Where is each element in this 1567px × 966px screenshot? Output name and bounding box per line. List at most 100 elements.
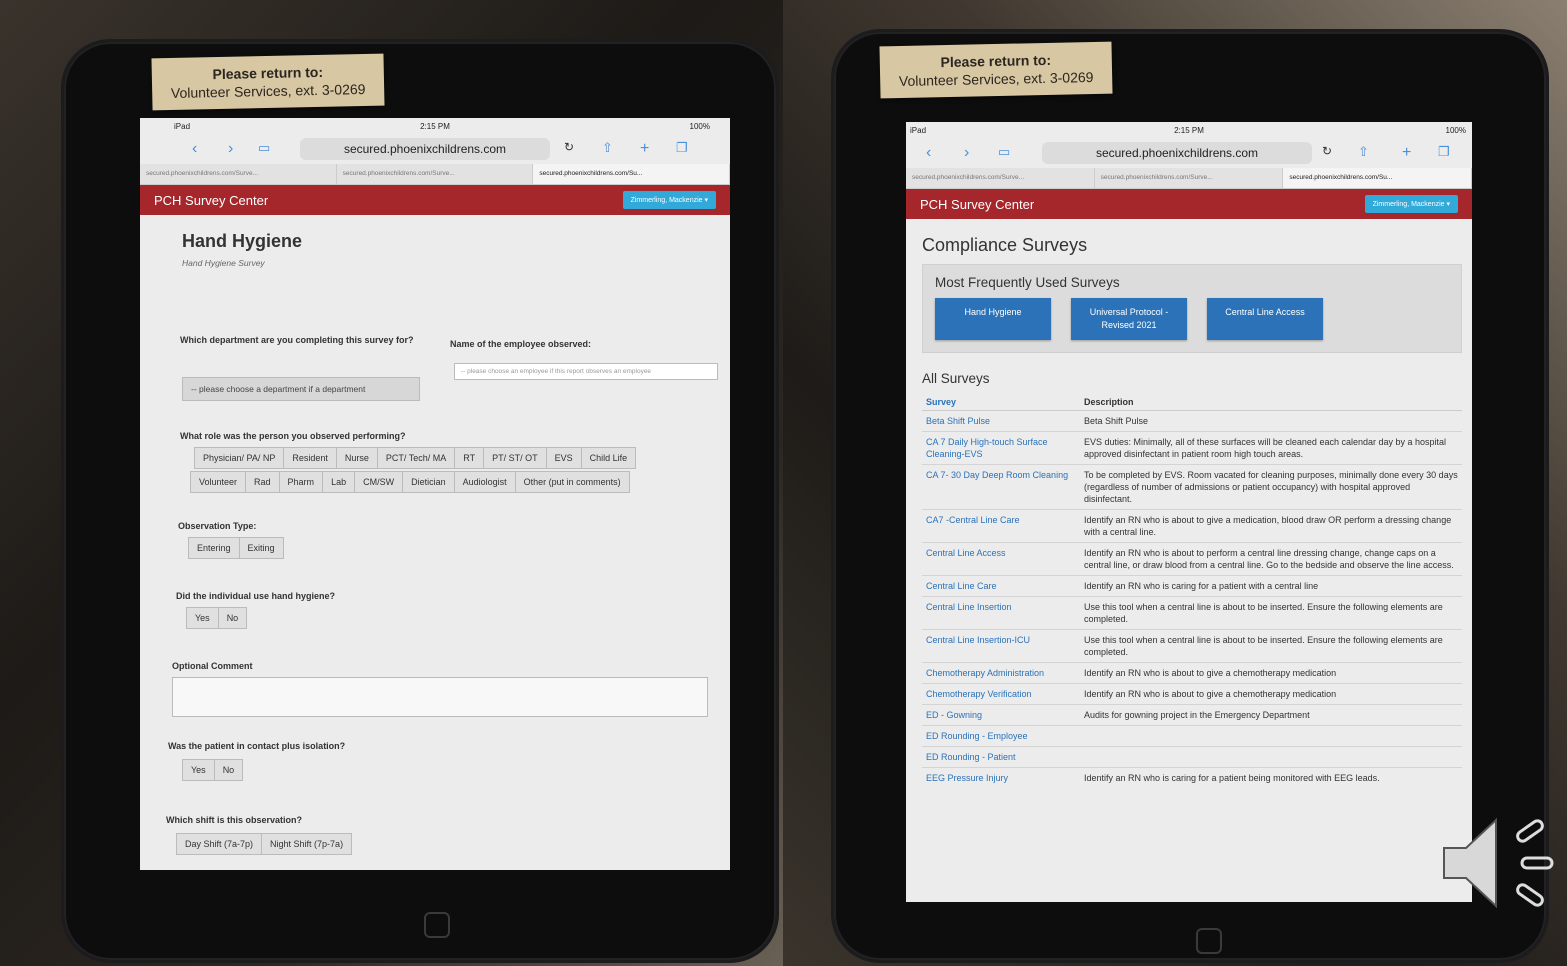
role-option[interactable]: Child Life [580,447,637,469]
survey-link[interactable]: Central Line Insertion-ICU [922,629,1080,663]
status-bar: iPad 2:15 PM 100% [906,122,1472,138]
url-bar[interactable]: secured.phoenixchildrens.com [300,138,550,160]
role-option[interactable]: Pharm [278,471,324,493]
survey-link[interactable]: CA 7 Daily High-touch Surface Cleaning-E… [922,431,1080,465]
question-department: Which department are you completing this… [180,335,414,345]
speaker-icon[interactable] [1440,808,1560,918]
table-row[interactable]: EEG Pressure Injury Identify an RN who is… [922,767,1462,788]
night-shift-button[interactable]: Night Shift (7p-7a) [261,833,353,855]
survey-link[interactable]: ED - Gowning [922,704,1080,726]
user-menu-button[interactable]: Zimmerling, Mackenzie ▾ [622,191,716,209]
table-row[interactable]: Chemotherapy Administration Identify an R… [922,662,1462,684]
table-row[interactable]: Central Line Access Identify an RN who is… [922,542,1462,576]
no-button[interactable]: No [213,759,244,781]
url-bar[interactable]: secured.phoenixchildrens.com [1042,142,1312,164]
role-option[interactable]: Dietician [402,471,455,493]
role-option[interactable]: PT/ ST/ OT [483,447,547,469]
survey-link[interactable]: Central Line Access [922,542,1080,576]
entering-button[interactable]: Entering [188,537,240,559]
survey-link[interactable]: CA 7- 30 Day Deep Room Cleaning [922,464,1080,510]
role-option[interactable]: Audiologist [453,471,516,493]
table-row[interactable]: Beta Shift Pulse Beta Shift Pulse [922,410,1462,432]
exiting-button[interactable]: Exiting [238,537,284,559]
hand-hygiene-button[interactable]: Hand Hygiene [935,298,1051,340]
survey-link[interactable]: CA7 -Central Line Care [922,509,1080,543]
role-option[interactable]: Rad [245,471,280,493]
role-option[interactable]: EVS [545,447,582,469]
yes-button[interactable]: Yes [186,607,219,629]
question-comment: Optional Comment [172,661,253,671]
survey-link[interactable]: ED Rounding - Patient [922,746,1080,768]
plus-icon[interactable]: + [640,140,649,158]
book-icon[interactable]: ▭ [258,140,270,156]
table-row[interactable]: ED - Gowning Audits for gowning project i… [922,704,1462,726]
battery-level: 100% [689,122,710,131]
home-button-left[interactable] [424,912,450,938]
survey-link[interactable]: Chemotherapy Verification [922,683,1080,705]
book-icon[interactable]: ▭ [998,144,1010,160]
chevron-right-icon[interactable]: › [964,144,969,162]
browser-tab[interactable]: secured.phoenixchildrens.com/Surve... [1095,168,1284,188]
browser-tab-active[interactable]: secured.phoenixchildrens.com/Su... [533,164,730,184]
role-option[interactable]: PCT/ Tech/ MA [376,447,456,469]
brand-link[interactable]: PCH Survey Center [920,197,1034,212]
chevron-left-icon[interactable]: ‹ [192,140,197,158]
table-row[interactable]: Central Line Insertion Use this tool when… [922,596,1462,630]
role-option[interactable]: Volunteer [190,471,247,493]
survey-link[interactable]: Beta Shift Pulse [922,410,1080,432]
survey-column-header[interactable]: Survey [922,394,1080,411]
table-row[interactable]: CA 7 Daily High-touch Surface Cleaning-E… [922,431,1462,465]
observation-buttons: Entering Exiting [188,537,284,559]
chevron-left-icon[interactable]: ‹ [926,144,931,162]
browser-tab[interactable]: secured.phoenixchildrens.com/Surve... [140,164,337,184]
role-option[interactable]: CM/SW [354,471,404,493]
user-menu-button[interactable]: Zimmerling, Mackenzie ▾ [1364,195,1458,213]
browser-toolbar: ‹ › ▭ secured.phoenixchildrens.com ↻ ⇧ +… [140,134,730,164]
role-option[interactable]: RT [454,447,485,469]
role-option[interactable]: Resident [283,447,337,469]
table-row[interactable]: Chemotherapy Verification Identify an RN … [922,683,1462,705]
browser-tab[interactable]: secured.phoenixchildrens.com/Surve... [337,164,534,184]
survey-link[interactable]: EEG Pressure Injury [922,767,1080,788]
role-option[interactable]: Other (put in comments) [514,471,630,493]
role-option[interactable]: Nurse [335,447,378,469]
chevron-right-icon[interactable]: › [228,140,233,158]
tabs-icon[interactable]: ❐ [1438,144,1450,160]
central-line-access-button[interactable]: Central Line Access [1207,298,1323,340]
role-option[interactable]: Lab [322,471,356,493]
survey-link[interactable]: ED Rounding - Employee [922,725,1080,747]
brand-link[interactable]: PCH Survey Center [154,193,268,208]
table-row[interactable]: CA7 -Central Line Care Identify an RN who… [922,509,1462,543]
no-button[interactable]: No [217,607,248,629]
browser-tab[interactable]: secured.phoenixchildrens.com/Surve... [906,168,1095,188]
isolation-buttons: Yes No [182,759,244,781]
table-row[interactable]: CA 7- 30 Day Deep Room Cleaning To be com… [922,464,1462,510]
surveys-table: Survey Description Beta Shift Pulse Beta … [922,394,1462,788]
tabs-icon[interactable]: ❐ [676,140,688,156]
employee-input[interactable]: -- please choose an employee if this rep… [454,363,718,380]
table-row[interactable]: ED Rounding - Employee [922,725,1462,747]
yes-button[interactable]: Yes [182,759,215,781]
table-row[interactable]: ED Rounding - Patient [922,746,1462,768]
survey-description: Use this tool when a central line is abo… [1080,629,1462,663]
department-select[interactable]: -- please choose a department if a depar… [182,377,420,401]
survey-link[interactable]: Central Line Care [922,575,1080,597]
reload-icon[interactable]: ↻ [1322,144,1332,158]
reload-icon[interactable]: ↻ [564,140,574,154]
day-shift-button[interactable]: Day Shift (7a-7p) [176,833,263,855]
survey-link[interactable]: Chemotherapy Administration [922,662,1080,684]
table-row[interactable]: Central Line Insertion-ICU Use this tool … [922,629,1462,663]
table-row[interactable]: Central Line Care Identify an RN who is c… [922,575,1462,597]
app-navbar: PCH Survey Center Zimmerling, Mackenzie … [140,185,730,215]
survey-link[interactable]: Central Line Insertion [922,596,1080,630]
comment-textarea[interactable] [172,677,708,717]
universal-protocol-button[interactable]: Universal Protocol - Revised 2021 [1071,298,1187,340]
home-button-right[interactable] [1196,928,1222,954]
share-icon[interactable]: ⇧ [1358,144,1369,160]
role-option[interactable]: Physician/ PA/ NP [194,447,285,469]
share-icon[interactable]: ⇧ [602,140,613,156]
browser-tab-active[interactable]: secured.phoenixchildrens.com/Su... [1283,168,1472,188]
frequent-survey-buttons: Hand Hygiene Universal Protocol - Revise… [935,298,1449,340]
question-shift: Which shift is this observation? [166,815,303,825]
plus-icon[interactable]: + [1402,144,1411,162]
